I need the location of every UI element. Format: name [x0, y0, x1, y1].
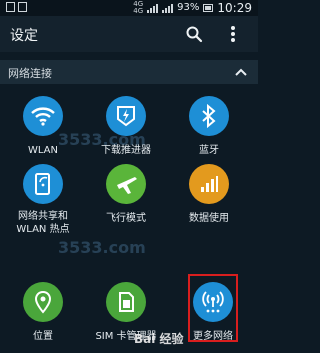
notification-icons — [6, 2, 27, 12]
signal-icon — [162, 3, 174, 13]
more-vert-icon[interactable] — [226, 24, 240, 44]
tile-bluetooth[interactable]: 蓝牙 — [166, 96, 252, 157]
tile-label: 数据使用 — [189, 213, 229, 224]
section-title: 网络连接 — [8, 67, 52, 80]
tile-tethering[interactable]: 网络共享和 WLAN 热点 — [0, 164, 86, 236]
tile-data-usage[interactable]: 数据使用 — [166, 164, 252, 225]
notification-icon — [6, 2, 15, 12]
data-usage-icon — [189, 164, 229, 204]
tile-label: 网络共享和 WLAN 热点 — [16, 211, 70, 235]
sim-card-icon — [106, 282, 146, 322]
network-type: 4G 4G — [133, 0, 144, 15]
battery-percent: 93% — [177, 2, 200, 13]
battery-icon — [203, 4, 214, 12]
bluetooth-icon — [189, 96, 229, 136]
notification-icon — [18, 2, 27, 12]
status-right: 4G 4G 93% 10:29 — [133, 0, 252, 16]
airplane-icon — [106, 164, 146, 204]
tile-label: 下载推进器 — [101, 145, 151, 156]
status-bar: 4G 4G 93% 10:29 — [0, 0, 258, 16]
tile-location[interactable]: 位置 — [0, 282, 86, 343]
location-icon — [23, 282, 63, 322]
page-title: 设定 — [10, 28, 38, 44]
tile-label: 位置 — [33, 331, 53, 342]
clock: 10:29 — [217, 1, 252, 15]
wifi-icon — [23, 96, 63, 136]
app-header: 设定 — [0, 16, 258, 52]
tile-airplane-mode[interactable]: 飞行模式 — [83, 164, 169, 225]
section-header-network[interactable]: 网络连接 — [0, 60, 258, 84]
tethering-icon — [23, 164, 63, 204]
tile-label: 蓝牙 — [199, 145, 219, 156]
search-icon[interactable] — [185, 25, 203, 43]
chevron-up-icon[interactable] — [234, 66, 248, 78]
tile-label: 飞行模式 — [106, 213, 146, 224]
signal-icon — [147, 3, 159, 13]
tile-download-booster[interactable]: 下载推进器 — [83, 96, 169, 157]
download-booster-icon — [106, 96, 146, 136]
tile-label: WLAN — [27, 145, 58, 156]
watermark: 3533.com — [58, 238, 146, 257]
baidu-watermark: Bai 经验 — [134, 332, 184, 346]
tile-wlan[interactable]: WLAN — [0, 96, 86, 157]
